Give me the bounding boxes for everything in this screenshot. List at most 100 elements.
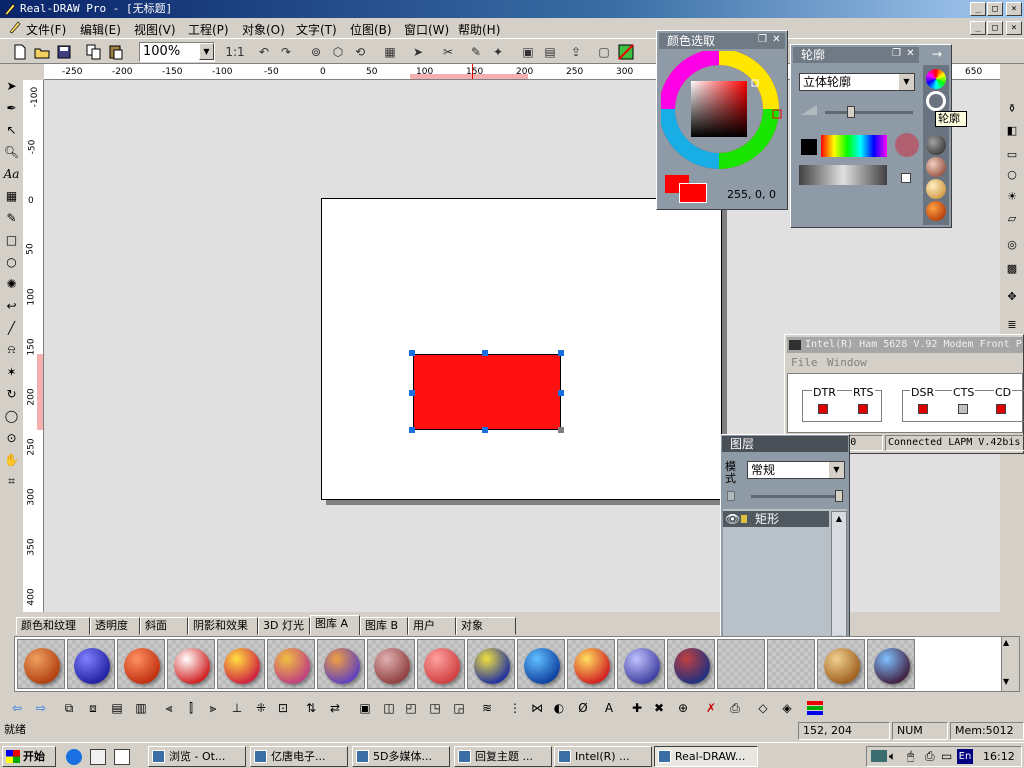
arrow-pointer-icon[interactable]: ➤	[2, 76, 21, 95]
tab-transparency[interactable]: 透明度	[90, 617, 140, 635]
lock-icon[interactable]	[741, 515, 747, 523]
gold-ball-icon[interactable]	[926, 179, 946, 199]
rotate-tool-icon[interactable]: ↻	[2, 384, 21, 403]
gallery-swatch[interactable]	[217, 639, 265, 689]
selection-handle[interactable]	[558, 350, 564, 356]
actual-size-button[interactable]: 1:1	[223, 42, 247, 62]
tab-gallery-b[interactable]: 图库 B	[360, 617, 408, 635]
bezier-tool-icon[interactable]: ↩	[2, 296, 21, 315]
taskbar-item[interactable]: 亿唐电子...	[250, 746, 348, 767]
skew-icon[interactable]: ▱	[1002, 208, 1022, 228]
outline-mode-select[interactable]: 立体轮廓 ▼	[799, 73, 915, 91]
gallery-swatch[interactable]	[517, 639, 565, 689]
save-icon[interactable]	[54, 42, 74, 62]
no-fill-icon[interactable]	[616, 42, 636, 62]
align-center-icon[interactable]: ⫿	[182, 699, 200, 717]
redo-icon[interactable]: ↷	[276, 42, 296, 62]
layer-opacity-slider[interactable]	[751, 495, 843, 498]
node-select-icon[interactable]: ↖	[2, 120, 21, 139]
gallery-swatch[interactable]	[617, 639, 665, 689]
crop-tool-icon[interactable]: ⌗	[2, 472, 21, 491]
path-align-icon[interactable]: ⋮	[506, 699, 524, 717]
layer-item[interactable]: 👁︎ 矩形	[723, 511, 829, 527]
gallery-swatch[interactable]	[367, 639, 415, 689]
modem-title-bar[interactable]: Intel(R) Ham 5628 V.92 Modem Front P	[787, 337, 1023, 353]
taskbar-item[interactable]: 回复主题 ...	[454, 746, 552, 767]
spectrum-bar[interactable]	[821, 135, 887, 157]
gallery-swatch[interactable]	[667, 639, 715, 689]
eye-icon[interactable]: 👁︎	[725, 511, 740, 527]
restore-icon[interactable]: ❐	[890, 48, 903, 61]
brush-icon[interactable]: ✎	[2, 208, 21, 227]
slider-thumb[interactable]	[835, 490, 843, 502]
volume-icon[interactable]: 🔈︎	[889, 749, 896, 764]
gallery-swatch[interactable]	[767, 639, 815, 689]
menu-file[interactable]: 文件(F)	[26, 21, 66, 38]
grid-icon[interactable]: ▦	[380, 42, 400, 62]
taskbar-item-active[interactable]: Real-DRAW...	[654, 746, 758, 767]
outline-color-ball[interactable]	[895, 133, 919, 157]
selection-handle[interactable]	[409, 350, 415, 356]
selection-handle[interactable]	[558, 427, 564, 433]
expand-arrow-icon[interactable]: →	[927, 47, 947, 63]
rectangle-tool-icon[interactable]: □	[2, 230, 21, 249]
tab-user[interactable]: 用户	[408, 617, 456, 635]
move-icon[interactable]: ✥	[1002, 286, 1022, 306]
ring-icon[interactable]	[926, 91, 946, 111]
hand-tool-icon[interactable]: ✋	[2, 450, 21, 469]
gallery-swatch[interactable]	[717, 639, 765, 689]
warp-icon[interactable]: ◐	[550, 699, 568, 717]
gallery-swatch[interactable]	[817, 639, 865, 689]
chevron-down-icon[interactable]: ▼	[199, 43, 214, 60]
gallery-swatch[interactable]	[867, 639, 915, 689]
frame-icon[interactable]: ▢	[594, 42, 614, 62]
scroll-down-icon[interactable]: ▼	[1003, 677, 1009, 686]
node-edit-icon[interactable]: ⊚	[306, 42, 326, 62]
layer-list-scrollbar[interactable]: ▲ ▼	[831, 511, 847, 647]
intersect-icon[interactable]: ◫	[380, 699, 398, 717]
arrow-right-icon[interactable]: ⇨	[32, 699, 50, 717]
weld-icon[interactable]: ◲	[450, 699, 468, 717]
outline-width-slider[interactable]	[825, 111, 913, 114]
taskbar-item[interactable]: 5D多媒体...	[352, 746, 450, 767]
gallery-swatch[interactable]	[17, 639, 65, 689]
lasso-tool-icon[interactable]: ◯	[2, 406, 21, 425]
restore-icon[interactable]: ❐	[756, 34, 769, 47]
erase-icon[interactable]: ◇	[754, 699, 772, 717]
mouse-icon[interactable]: 🖱︎	[907, 749, 914, 764]
distribute-icon[interactable]: ⁜	[252, 699, 270, 717]
color-bars-icon[interactable]	[806, 699, 824, 717]
delete-icon[interactable]: ✗	[702, 699, 720, 717]
close-icon[interactable]: ✕	[770, 34, 783, 47]
bevel-icon[interactable]: ▭	[1002, 144, 1022, 164]
light-icon[interactable]: ☀	[1002, 186, 1022, 206]
doc-restore-button[interactable]: □	[987, 21, 1003, 35]
brush-tool-icon[interactable]: ✎	[466, 42, 486, 62]
start-button[interactable]: 开始	[2, 746, 56, 767]
send-back-icon[interactable]: ▥	[132, 699, 150, 717]
close-button[interactable]: ×	[1006, 2, 1022, 16]
pointer-select-icon[interactable]: ➤	[408, 42, 428, 62]
menu-object[interactable]: 对象(O)	[242, 21, 285, 38]
center-icon[interactable]: ⊡	[274, 699, 292, 717]
white-swatch[interactable]	[901, 173, 911, 183]
ellipse-tool-icon[interactable]: ○	[2, 252, 21, 271]
image-icon[interactable]: ▣	[518, 42, 538, 62]
tab-3d-lighting[interactable]: 3D 灯光	[258, 617, 310, 635]
convert-shape-icon[interactable]: ⬡	[328, 42, 348, 62]
tab-objects[interactable]: 对象	[456, 617, 516, 635]
join-node-icon[interactable]: ⊕	[674, 699, 692, 717]
combine-icon[interactable]: ▣	[356, 699, 374, 717]
paste-icon[interactable]	[106, 42, 126, 62]
knife-icon[interactable]: ✂	[438, 42, 458, 62]
pen-icon[interactable]: ✒	[2, 98, 21, 117]
doc-minimize-button[interactable]: _	[970, 21, 986, 35]
modem-menu-window[interactable]: Window	[827, 356, 867, 369]
selection-handle[interactable]	[558, 390, 564, 396]
network-icon[interactable]	[871, 750, 887, 762]
document-page[interactable]	[321, 198, 722, 500]
export-icon[interactable]: ⇪	[566, 42, 586, 62]
selection-handle[interactable]	[409, 390, 415, 396]
tab-bevel[interactable]: 斜面	[140, 617, 188, 635]
layers-title-bar[interactable]: 图层	[722, 436, 848, 452]
